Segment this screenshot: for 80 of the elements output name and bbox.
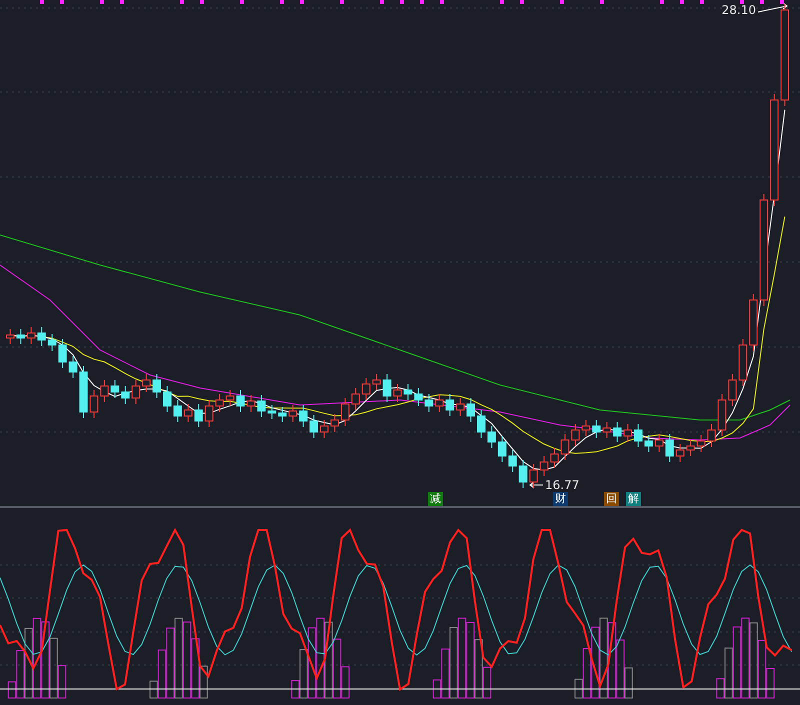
candlestick xyxy=(110,380,120,398)
candlestick xyxy=(16,328,25,344)
candlestick xyxy=(163,386,172,412)
low-price-label: 16.77 xyxy=(545,478,580,492)
signal-badge: 减 xyxy=(428,492,443,506)
candlestick xyxy=(236,390,245,412)
candlestick xyxy=(676,444,684,462)
candlestick xyxy=(424,394,434,412)
candlestick xyxy=(571,424,580,446)
candlestick xyxy=(456,398,465,416)
candlestick xyxy=(184,404,192,422)
candlestick xyxy=(718,394,726,436)
candlestick xyxy=(382,374,392,402)
candlestick xyxy=(257,394,266,418)
candlestick xyxy=(592,420,601,438)
candlestick xyxy=(498,436,506,462)
candlestick xyxy=(79,366,88,418)
arrow-icon xyxy=(758,2,788,12)
candlestick xyxy=(100,380,109,402)
signal-badge: 财 xyxy=(553,492,568,506)
candlestick xyxy=(351,388,360,410)
candlestick xyxy=(372,374,381,390)
candlestick xyxy=(529,464,538,488)
candlestick xyxy=(477,410,486,438)
candlestick xyxy=(613,422,622,442)
candlestick xyxy=(68,356,78,378)
candlestick xyxy=(540,456,548,476)
candlestick xyxy=(320,420,328,438)
candlestick xyxy=(435,394,444,412)
candlestick xyxy=(215,394,224,412)
candlestick xyxy=(362,378,370,400)
candlestick xyxy=(204,400,214,428)
candlestick xyxy=(90,390,98,418)
candlestick xyxy=(278,406,287,422)
candlestick xyxy=(634,424,642,448)
candlestick xyxy=(414,388,423,406)
candlestick xyxy=(665,434,674,462)
signal-badge: 回 xyxy=(604,492,619,506)
candlestick xyxy=(299,404,308,428)
candlestick xyxy=(686,440,695,456)
signal-badge: 解 xyxy=(626,492,641,506)
candlestick xyxy=(749,294,758,352)
candlestick xyxy=(404,384,412,400)
candlestick xyxy=(132,380,140,404)
candlestick xyxy=(624,424,632,442)
candlestick xyxy=(288,404,298,422)
candlestick xyxy=(644,434,653,452)
candlestick xyxy=(602,422,612,438)
candlestick xyxy=(560,434,570,460)
candlestick xyxy=(48,334,56,352)
high-price-label: 28.10 xyxy=(722,3,756,17)
candlestick xyxy=(728,374,737,406)
candlestick xyxy=(26,326,36,344)
candlestick xyxy=(121,386,130,404)
candlestick xyxy=(738,338,748,386)
candlestick xyxy=(268,404,276,420)
candlestick xyxy=(550,448,559,468)
candlestick xyxy=(6,328,14,344)
candlestick xyxy=(654,434,664,452)
candlestick xyxy=(173,400,182,422)
candlestick xyxy=(707,424,716,448)
candlestick xyxy=(466,398,475,422)
candlestick xyxy=(330,414,339,432)
candlestick xyxy=(582,420,590,436)
candlestick xyxy=(310,414,318,438)
candlestick xyxy=(518,460,528,488)
candlestick xyxy=(696,434,706,452)
candlestick xyxy=(508,450,517,472)
candlestick xyxy=(487,426,496,448)
candlestick xyxy=(142,374,151,392)
candlestick xyxy=(37,326,46,346)
arrow-icon xyxy=(529,482,544,488)
candlestick xyxy=(194,404,203,428)
candlestick xyxy=(446,394,454,416)
candlestick xyxy=(393,384,402,402)
candlestick xyxy=(152,374,161,398)
candlestick xyxy=(58,338,67,368)
candlestick xyxy=(226,390,234,406)
candlestick xyxy=(246,394,256,412)
candlestick xyxy=(340,398,350,426)
